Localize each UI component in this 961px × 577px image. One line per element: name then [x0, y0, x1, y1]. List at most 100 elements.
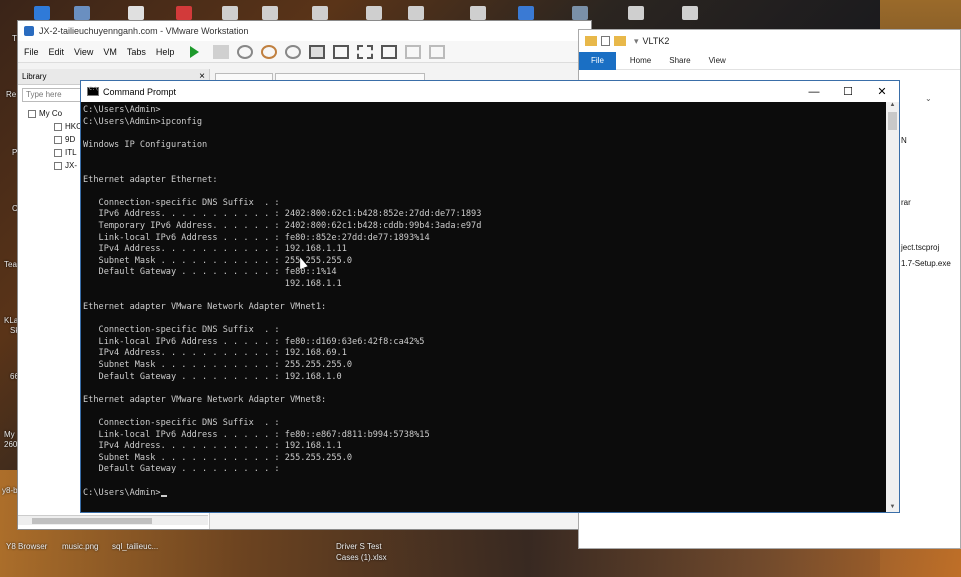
desktop-icon[interactable] [518, 6, 534, 20]
minimize-button[interactable]: — [797, 81, 831, 102]
desktop-icon[interactable] [628, 6, 644, 20]
desktop-icon[interactable] [262, 6, 278, 20]
menu-file[interactable]: File [24, 47, 39, 57]
file-name[interactable]: 1.7-Setup.exe [901, 259, 951, 268]
menu-edit[interactable]: Edit [49, 47, 65, 57]
console-line: Link-local IPv6 Address . . . . . : fe80… [83, 429, 430, 440]
console-line: Subnet Mask . . . . . . . . . . . : 255.… [83, 255, 353, 266]
menu-help[interactable]: Help [156, 47, 175, 57]
desktop-label[interactable]: 260 [4, 440, 17, 449]
console-line: Connection-specific DNS Suffix . : [83, 197, 280, 208]
ribbon-tab-file[interactable]: File [579, 51, 616, 70]
console-line: Link-local IPv6 Address . . . . . : fe80… [83, 232, 430, 243]
snapshot-manager-icon[interactable] [285, 44, 302, 59]
desktop-icon[interactable] [408, 6, 424, 20]
close-button[interactable]: ✕ [865, 81, 899, 102]
desktop-icon[interactable] [222, 6, 238, 20]
desktop-icon[interactable] [128, 6, 144, 20]
power-on-icon[interactable] [190, 45, 200, 58]
scroll-up-icon[interactable]: ▲ [886, 102, 899, 110]
console-line: C:\Users\Admin>ipconfig [83, 116, 202, 127]
vmware-menubar: File Edit View VM Tabs Help [18, 41, 591, 63]
console-line: Connection-specific DNS Suffix . : [83, 418, 280, 429]
desktop-label[interactable]: Tea [4, 260, 17, 269]
scroll-down-icon[interactable]: ▼ [886, 504, 899, 512]
stretch-guest-icon[interactable] [429, 44, 446, 59]
menu-tabs[interactable]: Tabs [127, 47, 146, 57]
library-vm-item[interactable]: 9D [54, 135, 75, 144]
menu-view[interactable]: View [74, 47, 93, 57]
vm-icon [54, 148, 62, 157]
scrollbar-thumb[interactable] [888, 112, 897, 130]
library-vm-item[interactable]: ITL [54, 148, 77, 157]
console-line: IPv4 Address. . . . . . . . . . . : 192.… [83, 441, 342, 452]
thumbnail-bar-icon[interactable] [333, 44, 350, 59]
file-name[interactable]: rar [901, 198, 911, 207]
cmd-console-output[interactable]: C:\Users\Admin> C:\Users\Admin>ipconfig Wi… [81, 102, 887, 512]
console-line: Ethernet adapter VMware Network Adapter … [83, 394, 327, 405]
desktop-icon-label[interactable]: music.png [62, 542, 98, 551]
desktop-icon-label[interactable]: Y8 Browser [6, 542, 47, 551]
show-library-icon[interactable] [309, 44, 326, 59]
library-vm-item[interactable]: JX- [54, 161, 77, 170]
console-line: Default Gateway . . . . . . . . . : fe80… [83, 267, 337, 278]
library-root[interactable]: My Co [28, 109, 62, 118]
vmware-titlebar[interactable]: JX-2-tailieuchuyennganh.com - VMware Wor… [18, 21, 591, 41]
full-screen-icon[interactable] [357, 44, 374, 59]
unity-icon[interactable] [381, 44, 398, 59]
console-line: C:\Users\Admin> [83, 105, 161, 115]
console-line: Subnet Mask . . . . . . . . . . . : 255.… [83, 360, 353, 371]
desktop-icon-label[interactable]: Driver S Test [336, 542, 382, 551]
revert-snapshot-icon[interactable] [261, 44, 278, 59]
send-keys-icon[interactable] [213, 44, 230, 59]
console-line: Windows IP Configuration [83, 139, 208, 150]
ribbon-tab-home[interactable]: Home [630, 56, 651, 65]
desktop-icon[interactable] [176, 6, 192, 20]
library-scrollbar[interactable] [18, 515, 208, 525]
ribbon-tab-share[interactable]: Share [669, 56, 690, 65]
folder-icon [585, 36, 597, 46]
snapshot-icon[interactable] [237, 44, 254, 59]
console-line: Connection-specific DNS Suffix . : [83, 325, 280, 336]
file-name[interactable]: N [901, 136, 907, 145]
console-line: 192.168.1.1 [83, 278, 342, 289]
desktop-icon[interactable] [366, 6, 382, 20]
console-line: IPv4 Address. . . . . . . . . . . : 192.… [83, 348, 347, 359]
menu-vm[interactable]: VM [103, 47, 117, 57]
cmd-titlebar[interactable]: Command Prompt — ☐ ✕ [81, 81, 899, 102]
vm-icon [54, 122, 62, 131]
console-view-icon[interactable] [405, 44, 422, 59]
qat-dropdown-icon[interactable]: ▾ [634, 36, 639, 47]
ribbon-tab-view[interactable]: View [709, 56, 726, 65]
desktop-icon[interactable] [470, 6, 486, 20]
console-line: Temporary IPv6 Address. . . . . . : 2402… [83, 220, 482, 231]
desktop-icon[interactable] [572, 6, 588, 20]
console-line: C:\Users\Admin> [83, 488, 887, 500]
library-vm-item[interactable]: HKC [54, 122, 82, 131]
desktop-label[interactable]: My [4, 430, 15, 439]
chevron-down-icon[interactable]: ⌄ [925, 94, 932, 103]
console-line: Default Gateway . . . . . . . . . : [83, 464, 280, 475]
desktop-icon[interactable] [74, 6, 90, 20]
vm-icon [54, 161, 62, 170]
desktop-label[interactable]: y8-b [2, 486, 18, 495]
desktop-icon-label[interactable]: sql_tailieuc... [112, 542, 158, 551]
cmd-scrollbar[interactable]: ▲ ▼ [886, 102, 899, 512]
desktop-label[interactable]: Re [6, 90, 16, 99]
maximize-button[interactable]: ☐ [831, 81, 865, 102]
desktop-icon[interactable] [34, 6, 50, 20]
console-line: IPv6 Address. . . . . . . . . . . : 2402… [83, 209, 482, 220]
file-name[interactable]: ject.tscproj [901, 243, 939, 252]
cmd-title: Command Prompt [103, 86, 177, 97]
desktop-icon[interactable] [682, 6, 698, 20]
desktop-icon-label[interactable]: Cases (1).xlsx [336, 553, 387, 562]
explorer-titlebar[interactable]: ▾ VLTK2 [579, 30, 960, 52]
desktop-icon[interactable] [312, 6, 328, 20]
